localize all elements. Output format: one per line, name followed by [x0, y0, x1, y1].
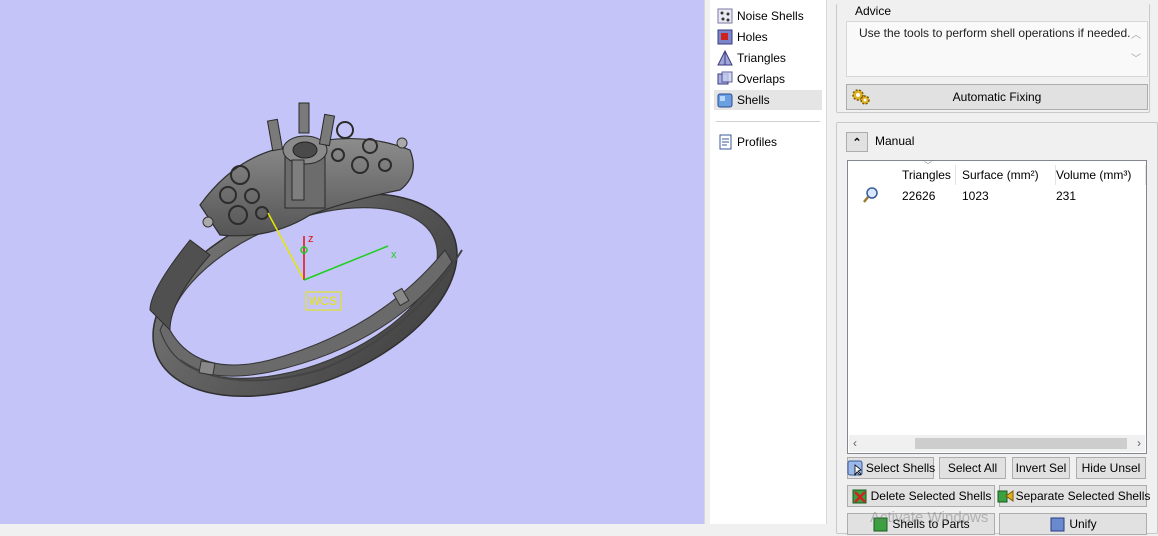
separate-selected-shells-label: Separate Selected Shells	[1015, 489, 1151, 503]
chevron-up-icon: ⌃	[852, 136, 862, 149]
tree-divider	[716, 121, 820, 122]
cell-surface: 1023	[962, 189, 989, 203]
scrollbar-thumb[interactable]	[915, 438, 1127, 449]
shells-grid[interactable]: ﹀ Triangles Surface (mm²) Volume (mm³) 2…	[847, 160, 1147, 454]
column-header-surface[interactable]: Surface (mm²)	[956, 165, 1056, 185]
shells-icon	[716, 91, 734, 109]
z-axis-label: z	[308, 233, 314, 245]
collapse-manual-button[interactable]: ⌃	[846, 132, 868, 152]
scroll-right-icon[interactable]: ›	[1137, 435, 1141, 452]
tree-item-label: Shells	[737, 93, 770, 107]
tree-item-label: Profiles	[737, 135, 778, 149]
column-header-triangles[interactable]: Triangles	[896, 165, 956, 185]
magnifier-icon[interactable]	[862, 186, 880, 204]
advice-scrollbar[interactable]: ︿ ﹀	[1131, 24, 1141, 72]
select-all-button[interactable]: Select All	[939, 457, 1006, 479]
diagnostics-tree: Noise Shells Holes Triangles Overlaps Sh…	[710, 0, 827, 524]
hide-unselected-button[interactable]: Hide Unsel	[1076, 457, 1146, 479]
tree-item-overlaps[interactable]: Overlaps	[714, 69, 822, 89]
select-shells-icon	[846, 459, 864, 477]
delete-shells-icon	[851, 487, 869, 505]
shells-panel: Advice Use the tools to perform shell op…	[828, 0, 1158, 535]
wcs-label: WCS	[309, 294, 337, 308]
delete-selected-shells-button[interactable]: Delete Selected Shells	[847, 485, 995, 507]
tree-item-shells[interactable]: Shells	[714, 90, 822, 110]
automatic-fixing-button[interactable]: Automatic Fixing	[846, 84, 1148, 110]
noise-shells-icon	[716, 7, 734, 25]
holes-icon	[716, 28, 734, 46]
scroll-down-icon[interactable]: ﹀	[1131, 48, 1141, 72]
separate-selected-shells-button[interactable]: Separate Selected Shells	[996, 485, 1150, 507]
cell-triangles: 22626	[902, 189, 936, 203]
select-shells-button[interactable]: Select Shells	[846, 457, 936, 479]
tree-item-profiles[interactable]: Profiles	[714, 132, 822, 152]
scroll-left-icon[interactable]: ‹	[853, 435, 857, 452]
ring-model[interactable]: z x WCS	[0, 0, 704, 524]
advice-textbox[interactable]: Use the tools to perform shell operation…	[846, 21, 1148, 77]
unify-icon	[1049, 515, 1067, 533]
tree-item-noise-shells[interactable]: Noise Shells	[714, 6, 822, 26]
activate-windows-watermark: Activate Windows	[870, 509, 989, 526]
3d-viewport[interactable]: z x WCS	[0, 0, 704, 524]
manual-label: Manual	[875, 134, 915, 148]
horizontal-scrollbar[interactable]: ‹ ›	[849, 435, 1145, 452]
gears-icon	[851, 88, 870, 106]
select-shells-label: Select Shells	[865, 461, 936, 475]
advice-title: Advice	[852, 4, 895, 18]
tree-item-label: Holes	[737, 30, 768, 44]
triangles-icon	[716, 49, 734, 67]
tree-item-label: Noise Shells	[737, 9, 804, 23]
profiles-icon	[716, 133, 734, 151]
tree-item-label: Triangles	[737, 51, 786, 65]
scroll-up-icon[interactable]: ︿	[1131, 24, 1141, 48]
column-header-volume[interactable]: Volume (mm³)	[1050, 165, 1146, 185]
tree-item-label: Overlaps	[737, 72, 786, 86]
invert-selection-button[interactable]: Invert Sel	[1012, 457, 1070, 479]
overlaps-icon	[716, 70, 734, 88]
unify-button[interactable]: Unify	[999, 513, 1147, 535]
delete-selected-shells-label: Delete Selected Shells	[870, 489, 992, 503]
advice-text: Use the tools to perform shell operation…	[859, 26, 1131, 40]
tree-item-holes[interactable]: Holes	[714, 27, 822, 47]
x-axis-label: x	[391, 249, 397, 261]
cell-volume: 231	[1056, 189, 1077, 203]
automatic-fixing-label: Automatic Fixing	[952, 90, 1042, 104]
unify-label: Unify	[1069, 517, 1097, 531]
tree-item-triangles[interactable]: Triangles	[714, 48, 822, 68]
separate-shells-icon	[996, 487, 1014, 505]
